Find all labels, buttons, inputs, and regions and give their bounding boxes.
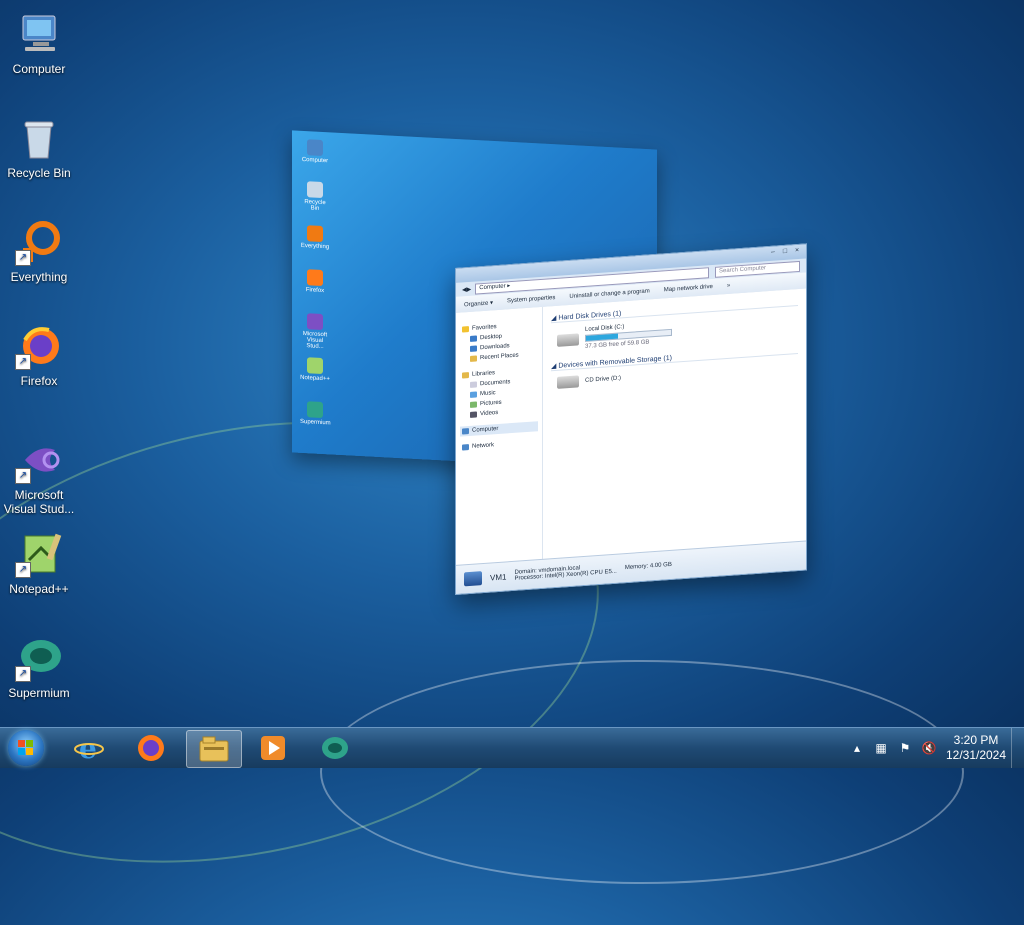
pictures-icon (470, 401, 477, 408)
internet-explorer-icon: e (74, 733, 104, 763)
clock-time: 3:20 PM (953, 733, 999, 747)
more-commands-button[interactable]: » (727, 283, 730, 289)
recent-places-icon (470, 355, 477, 362)
content-pane: ◢ Hard Disk Drives (1) Local Disk (C:) 3… (543, 288, 806, 559)
shortcut-arrow-icon: ↗ (15, 354, 31, 370)
volume-muted-icon[interactable]: 🔇 (921, 740, 937, 756)
taskbar: e ▴ ▦ ⚑ 🔇 3:20 PM 12/31/2024 (0, 727, 1024, 768)
desktop-icon-notepadpp[interactable]: ↗ Notepad++ (0, 524, 78, 596)
computer-name: VM1 (490, 571, 507, 583)
organize-button[interactable]: Organize ▾ (464, 299, 493, 308)
taskbar-internet-explorer[interactable]: e (62, 730, 116, 766)
windows-logo-icon (18, 740, 34, 756)
show-hidden-icons-chevron[interactable]: ▴ (849, 740, 865, 756)
mini-desktop-icon: Recycle Bin (300, 181, 330, 213)
desktop-icon-everything[interactable]: ↗ Everything (0, 212, 78, 284)
mini-desktop-icon: Computer (300, 139, 330, 165)
cd-drive-icon (557, 375, 579, 389)
desktop-icon-label: Notepad++ (9, 582, 69, 596)
clock-date: 12/31/2024 (945, 748, 1007, 762)
desktop-icon-label: Everything (10, 270, 68, 284)
explorer-icon (199, 736, 229, 762)
desktop-icon-label: Supermium (8, 686, 70, 700)
maximize-icon[interactable]: □ (780, 248, 790, 257)
media-player-icon (261, 736, 285, 760)
mini-desktop-icon: Everything (300, 225, 330, 251)
taskbar-explorer[interactable] (186, 730, 242, 768)
uninstall-program-button[interactable]: Uninstall or change a program (569, 288, 649, 300)
computer-icon (462, 428, 469, 435)
desktop-icon-firefox[interactable]: ↗ Firefox (0, 316, 78, 388)
mini-desktop-icon: Microsoft Visual Stud... (300, 313, 330, 351)
notepadpp-icon: ↗ (15, 530, 63, 578)
desktop-icon-label: Microsoft Visual Stud... (3, 488, 75, 516)
wallpaper-swirl (320, 660, 964, 884)
videos-icon (470, 411, 477, 418)
desktop-icon-supermium[interactable]: ↗ Supermium (0, 628, 78, 700)
back-icon[interactable]: ◀▶ (462, 285, 471, 293)
desktop-icon-label: Computer (12, 62, 66, 76)
system-properties-button[interactable]: System properties (507, 295, 555, 304)
nav-network[interactable]: Network (460, 437, 538, 452)
mini-desktop-icon: Notepad++ (300, 357, 330, 383)
shortcut-arrow-icon: ↗ (15, 468, 31, 484)
taskbar-firefox[interactable] (124, 730, 178, 766)
computer-icon (464, 571, 482, 587)
hard-drive-icon (557, 332, 579, 347)
libraries-icon (462, 372, 469, 379)
taskbar-media-player[interactable] (246, 730, 300, 766)
desktop-icon-visual-studio[interactable]: ↗ Microsoft Visual Stud... (0, 430, 78, 516)
map-network-drive-button[interactable]: Map network drive (664, 284, 713, 293)
star-icon (462, 326, 469, 333)
music-icon (470, 391, 477, 398)
nav-computer[interactable]: Computer (460, 421, 538, 437)
desktop-icon-label: Firefox (20, 374, 58, 388)
action-center-flag-icon[interactable]: ⚑ (897, 740, 913, 756)
downloads-folder-icon (470, 345, 477, 352)
firefox-icon: ↗ (15, 322, 63, 370)
desktop-folder-icon (470, 335, 477, 342)
system-tray: ▴ ▦ ⚑ 🔇 3:20 PM 12/31/2024 (845, 728, 1024, 768)
shortcut-arrow-icon: ↗ (15, 562, 31, 578)
documents-icon (470, 381, 477, 388)
svg-text:e: e (79, 733, 97, 763)
start-button[interactable] (8, 730, 44, 766)
explorer-window[interactable]: – □ × ◀▶ Computer ▸ Search Computer Orga… (455, 243, 807, 596)
shortcut-arrow-icon: ↗ (15, 250, 31, 266)
everything-icon: ↗ (15, 218, 63, 266)
memory-info: Memory: 4.00 GB (624, 561, 672, 572)
mini-desktop-icon: Firefox (300, 269, 330, 295)
desktop-icon-label: Recycle Bin (7, 166, 71, 180)
desktop-icon-computer[interactable]: Computer (0, 4, 78, 76)
show-desktop-button[interactable] (1011, 728, 1024, 768)
shortcut-arrow-icon: ↗ (15, 666, 31, 682)
recycle-bin-icon (15, 114, 63, 162)
computer-icon (15, 10, 63, 58)
firefox-icon (138, 735, 164, 761)
drive-name: CD Drive (D:) (585, 375, 621, 384)
visual-studio-icon: ↗ (15, 436, 63, 484)
network-icon (462, 444, 469, 451)
close-icon[interactable]: × (792, 247, 802, 256)
supermium-icon: ↗ (15, 634, 63, 682)
taskbar-supermium[interactable] (308, 730, 362, 766)
desktop-icon-recycle-bin[interactable]: Recycle Bin (0, 108, 78, 180)
clock[interactable]: 3:20 PM 12/31/2024 (941, 733, 1011, 763)
navigation-pane: Favorites Desktop Downloads Recent Place… (456, 306, 543, 566)
mini-desktop-icon: Supermium (300, 401, 331, 426)
network-icon[interactable]: ▦ (873, 740, 889, 756)
minimize-icon[interactable]: – (768, 248, 778, 257)
supermium-icon (322, 737, 348, 759)
